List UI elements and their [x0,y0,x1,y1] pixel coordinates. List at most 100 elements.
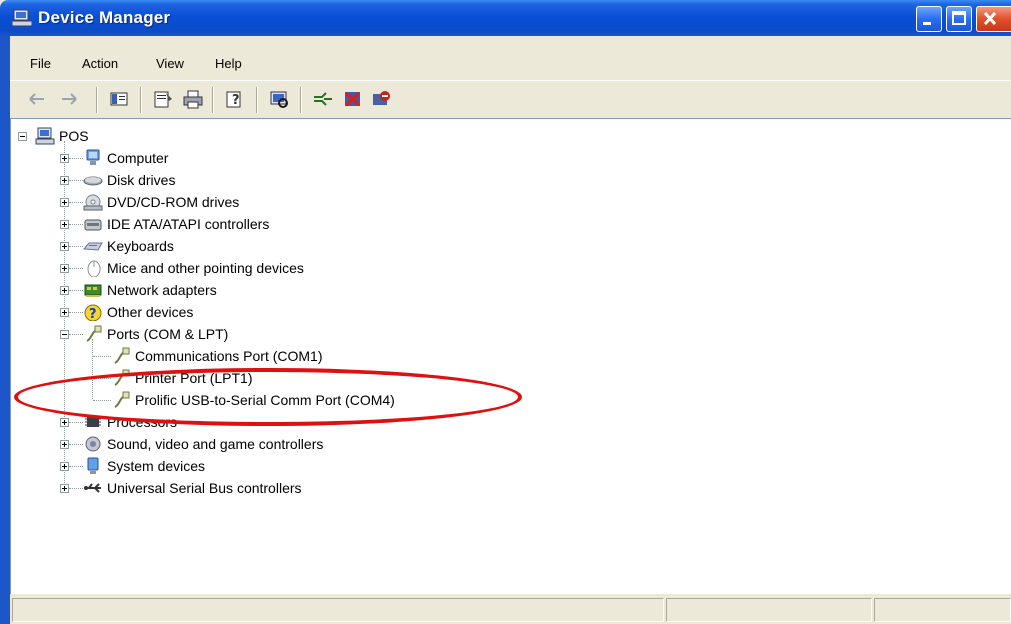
tree-category-label: DVD/CD-ROM drives [107,194,240,210]
tree-category-label: Ports (COM & LPT) [107,326,229,342]
menu-file[interactable]: File [30,56,51,71]
tree-category-label: Network adapters [107,282,217,298]
expand-button[interactable] [60,418,69,427]
port-icon [86,325,102,342]
tree-port-item[interactable]: Communications Port (COM1) [111,345,323,367]
tree-category-label: IDE ATA/ATAPI controllers [107,216,270,232]
expand-button[interactable] [60,154,69,163]
back-icon[interactable] [26,89,48,109]
properties-icon[interactable] [152,89,174,109]
tree-category-label: Disk drives [107,172,176,188]
svg-text:?: ? [232,93,240,108]
cdrom-icon [83,194,103,211]
status-cell-2 [666,598,872,622]
svg-text:?: ? [89,307,97,321]
close-button[interactable] [976,6,1011,32]
toolbar-separator [212,87,214,113]
tree-connector [69,444,83,445]
tree-connector [69,224,83,225]
maximize-icon [952,11,966,25]
tree-category-disk-drives[interactable]: Disk drives [83,169,175,191]
collapse-button[interactable] [60,330,69,339]
tree-category-ide-ata-atapi-controllers[interactable]: IDE ATA/ATAPI controllers [83,213,269,235]
tree-category-system-devices[interactable]: System devices [83,455,205,477]
tree-connector [69,202,83,203]
tree-port-label: Prolific USB-to-Serial Comm Port (COM4) [135,392,395,408]
disable-icon[interactable] [370,89,392,109]
expand-button[interactable] [60,484,69,493]
tree-connector [69,312,83,313]
tree-category-keyboards[interactable]: Keyboards [83,235,174,257]
port-icon [114,391,130,408]
tree-connector [69,268,83,269]
status-cell-3 [874,598,1011,622]
show-hide-console-tree-icon[interactable] [108,89,130,109]
tree-connector [69,180,83,181]
update-driver-icon[interactable] [312,89,334,109]
tree-connector [69,422,83,423]
tree-port-label: Communications Port (COM1) [135,348,323,364]
menu-action[interactable]: Action [82,56,118,71]
expand-button[interactable] [60,264,69,273]
tree-connector [93,400,111,401]
window-frame-left [0,36,10,624]
print-icon[interactable] [182,89,204,109]
tree-connector [69,158,83,159]
device-tree[interactable]: POS Computer Disk drives DVD/CD-ROM drives… [10,118,1011,594]
tree-connector [69,334,83,335]
tree-root[interactable]: POS [35,125,89,147]
window-title: Device Manager [38,8,171,27]
tree-category-universal-serial-bus-controllers[interactable]: Universal Serial Bus controllers [83,477,302,499]
usb-icon [84,483,101,493]
menu-view[interactable]: View [156,56,184,71]
minimize-icon [923,22,931,25]
title-bar[interactable]: Device Manager [0,0,1011,36]
expand-button[interactable] [60,440,69,449]
toolbar-separator [140,87,142,113]
unknown-device-icon: ? [84,304,102,321]
tree-connector [93,378,111,379]
port-icon [114,347,130,364]
expand-button[interactable] [60,220,69,229]
tree-category-label: Sound, video and game controllers [107,436,324,452]
expand-button[interactable] [60,462,69,471]
help-icon[interactable]: ? [224,89,246,109]
uninstall-icon[interactable] [342,89,364,109]
tree-category-network-adapters[interactable]: Network adapters [83,279,217,301]
tree-category-dvd-cd-rom-drives[interactable]: DVD/CD-ROM drives [83,191,239,213]
sound-icon [85,436,101,452]
menu-help[interactable]: Help [215,56,242,71]
port-icon [114,369,130,386]
tree-category-ports-com-lpt[interactable]: Ports (COM & LPT) [83,323,228,345]
computer-icon [86,149,100,165]
expand-button[interactable] [60,198,69,207]
toolbar-separator [300,87,302,113]
collapse-root-button[interactable] [18,132,27,141]
tree-connector [92,339,93,399]
toolbar: ? [10,80,1010,117]
expand-button[interactable] [60,176,69,185]
tree-category-label: System devices [107,458,206,474]
expand-button[interactable] [60,308,69,317]
tree-category-sound-video-and-game-controllers[interactable]: Sound, video and game controllers [83,433,323,455]
tree-port-item[interactable]: Prolific USB-to-Serial Comm Port (COM4) [111,389,395,411]
expand-button[interactable] [60,242,69,251]
ide-controller-icon [84,219,102,231]
forward-icon[interactable] [58,89,80,109]
expand-button[interactable] [60,286,69,295]
scan-hardware-icon[interactable] [268,89,290,109]
minimize-button[interactable] [916,6,942,32]
tree-category-processors[interactable]: Processors [83,411,177,433]
tree-category-other-devices[interactable]: ? Other devices [83,301,193,323]
tree-category-mice-and-other-pointing-devices[interactable]: Mice and other pointing devices [83,257,304,279]
tree-category-label: Computer [107,150,169,166]
menu-bar: File Action View Help [10,52,1010,76]
tree-category-computer[interactable]: Computer [83,147,168,169]
tree-category-label: Other devices [107,304,194,320]
status-cell-main [12,598,664,622]
tree-port-item[interactable]: Printer Port (LPT1) [111,367,252,389]
tree-category-label: Mice and other pointing devices [107,260,304,276]
maximize-button[interactable] [946,6,972,32]
toolbar-separator [96,87,98,113]
tree-category-label: Keyboards [107,238,174,254]
